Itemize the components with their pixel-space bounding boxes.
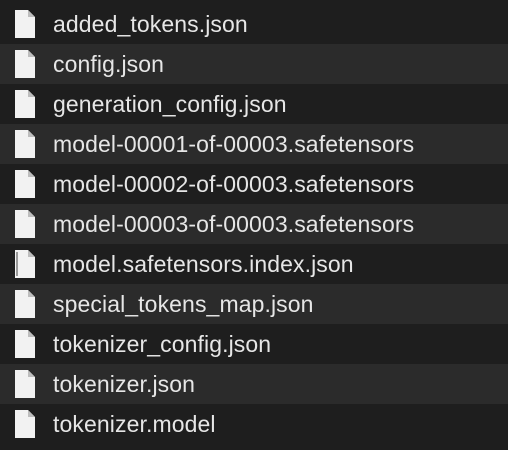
file-row[interactable]: tokenizer_config.json — [0, 324, 508, 364]
file-list: added_tokens.json config.json generation… — [0, 0, 508, 450]
file-name: generation_config.json — [53, 90, 287, 117]
document-icon — [15, 170, 35, 198]
file-row[interactable]: added_tokens.json — [0, 4, 508, 44]
document-icon — [15, 330, 35, 358]
document-icon — [15, 50, 35, 78]
file-name: model-00003-of-00003.safetensors — [53, 210, 415, 237]
file-row[interactable]: model-00003-of-00003.safetensors — [0, 204, 508, 244]
document-icon — [15, 370, 35, 398]
file-name: model.safetensors.index.json — [53, 250, 354, 277]
file-name: special_tokens_map.json — [53, 290, 314, 317]
file-name: tokenizer.json — [53, 370, 196, 397]
document-icon — [15, 410, 35, 438]
file-name: model-00001-of-00003.safetensors — [53, 130, 415, 157]
file-name: added_tokens.json — [53, 10, 248, 37]
file-row[interactable]: tokenizer.json — [0, 364, 508, 404]
file-row[interactable]: model-00001-of-00003.safetensors — [0, 124, 508, 164]
file-name: model-00002-of-00003.safetensors — [53, 170, 415, 197]
document-icon — [15, 250, 35, 278]
file-name: tokenizer.model — [53, 410, 216, 437]
document-icon — [15, 290, 35, 318]
file-row[interactable]: model.safetensors.index.json — [0, 244, 508, 284]
file-name: tokenizer_config.json — [53, 330, 272, 357]
file-row[interactable]: special_tokens_map.json — [0, 284, 508, 324]
file-row[interactable]: generation_config.json — [0, 84, 508, 124]
document-icon — [15, 130, 35, 158]
file-name: config.json — [53, 50, 165, 77]
file-row[interactable]: config.json — [0, 44, 508, 84]
document-icon — [15, 10, 35, 38]
document-icon — [15, 90, 35, 118]
file-row[interactable]: tokenizer.model — [0, 404, 508, 444]
document-icon — [15, 210, 35, 238]
file-row[interactable]: model-00002-of-00003.safetensors — [0, 164, 508, 204]
